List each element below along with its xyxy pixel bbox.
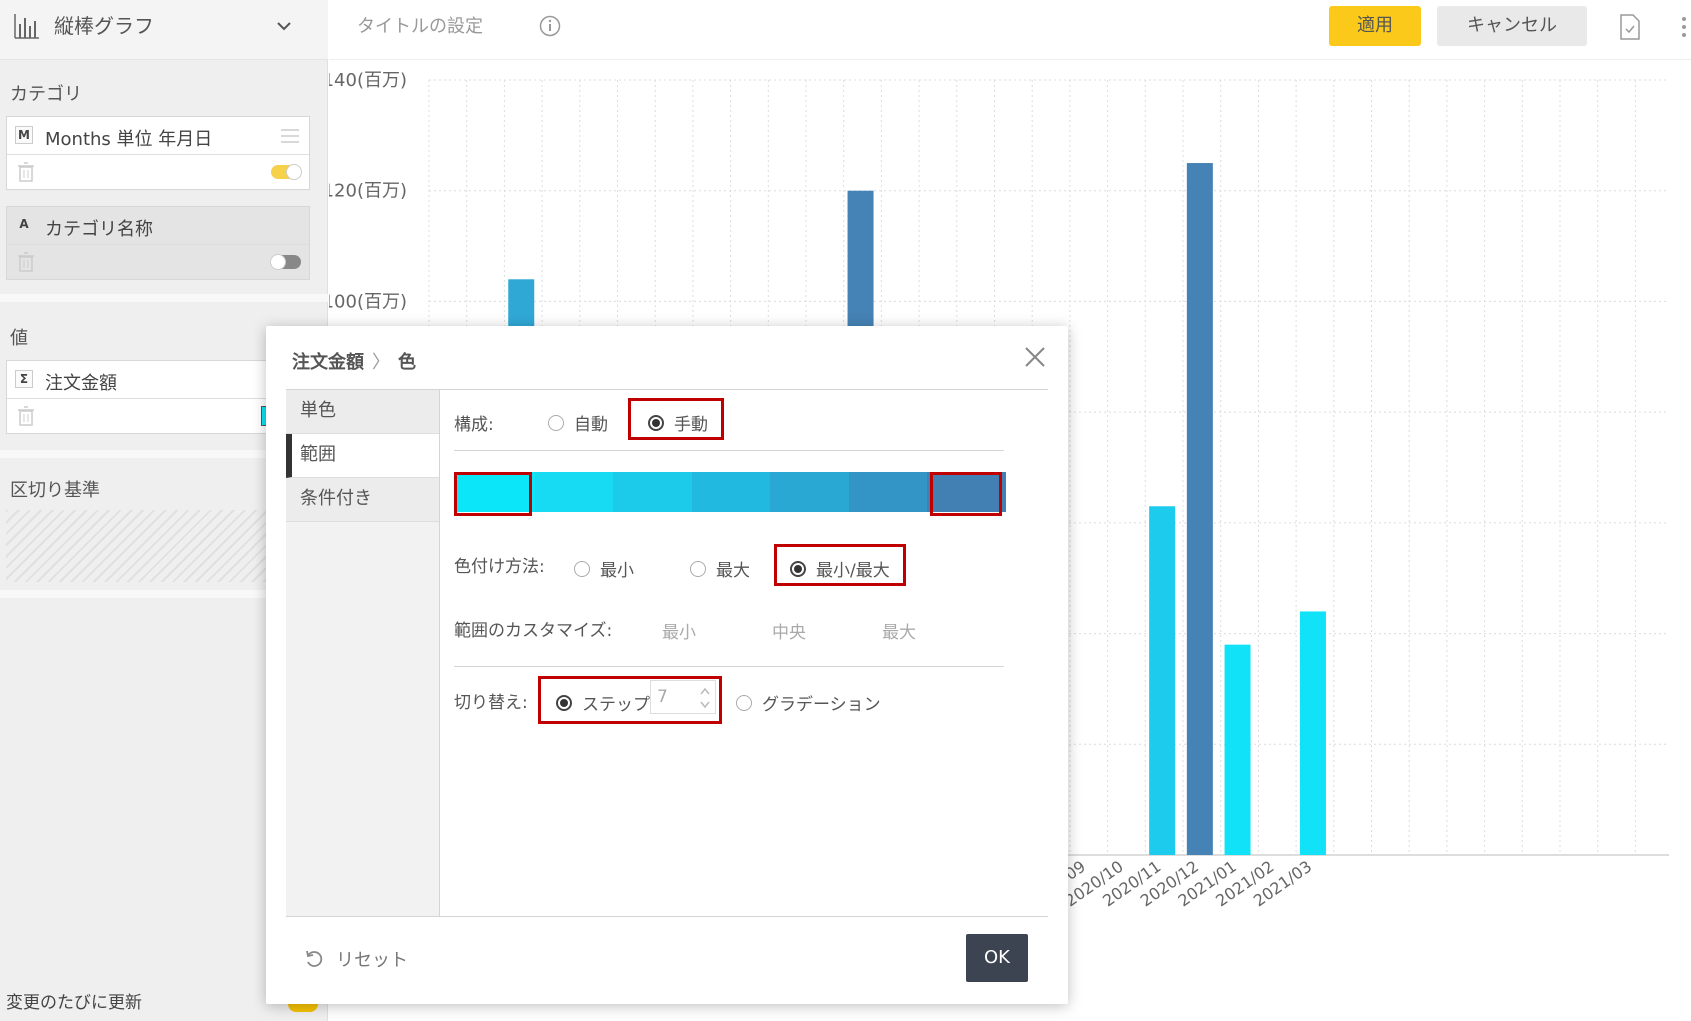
ok-button[interactable]: OK (966, 934, 1028, 982)
switch-gradient-radio[interactable]: グラデーション (736, 690, 881, 715)
value-field-order-amount[interactable]: Σ 注文金額 (6, 360, 310, 434)
color-palette-bar[interactable] (456, 472, 1007, 512)
highlight-box (930, 472, 1002, 516)
sum-icon: Σ (15, 370, 33, 388)
coloring-min-radio[interactable]: 最小 (574, 556, 634, 581)
breadcrumb-current: 色 (398, 352, 416, 373)
tab-single-color[interactable]: 単色 (286, 390, 439, 434)
range-max-field[interactable]: 最大 (882, 618, 916, 643)
split-drop-zone[interactable] (6, 510, 306, 582)
category-section-title: カテゴリ (10, 84, 82, 105)
category-field-months[interactable]: M Months 単位 年月日 (6, 116, 310, 190)
more-options-icon[interactable] (1681, 16, 1687, 38)
bar-2020/11[interactable] (1149, 506, 1176, 855)
category-field-name[interactable]: A カテゴリ名称 (6, 206, 310, 280)
coloring-max-radio[interactable]: 最大 (690, 556, 750, 581)
composition-auto-radio[interactable]: 自動 (548, 410, 608, 435)
tab-range[interactable]: 範囲 (286, 434, 439, 478)
tab-conditional[interactable]: 条件付き (286, 478, 439, 522)
color-settings-dialog: 注文金額〉色 単色 範囲 条件付き 構成: 自動 手動 色付け方法: 最小 最大… (266, 326, 1068, 1004)
y-tick-label: 120(百万) (329, 181, 407, 202)
palette-swatch-2[interactable] (534, 472, 614, 512)
category-toggle[interactable] (271, 164, 302, 180)
range-customize-label: 範囲のカスタマイズ: (454, 621, 613, 641)
bar-2020/12[interactable] (1186, 163, 1213, 855)
cancel-button[interactable]: キャンセル (1437, 6, 1587, 46)
bar-2021/03[interactable] (1299, 611, 1326, 855)
auto-update-label: 変更のたびに更新 (6, 993, 142, 1013)
palette-swatch-5[interactable] (770, 472, 849, 512)
palette-swatch-6[interactable] (848, 472, 928, 512)
highlight-box (538, 676, 722, 724)
breadcrumb-parent[interactable]: 注文金額 (292, 348, 364, 374)
y-tick-label: 140(百万) (329, 70, 407, 91)
range-settings-panel: 構成: 自動 手動 色付け方法: 最小 最大 最小/最大 範囲のカスタマイズ: … (440, 390, 1048, 917)
trash-icon[interactable] (17, 406, 35, 426)
chevron-down-icon[interactable] (276, 18, 292, 34)
chart-type-selector[interactable]: 縦棒グラフ (0, 0, 328, 60)
split-section-title: 区切り基準 (10, 480, 100, 501)
apply-button[interactable]: 適用 (1329, 6, 1421, 46)
y-tick-label: 100(百万) (329, 291, 407, 312)
switch-label: 切り替え: (454, 693, 528, 713)
composition-label: 構成: (454, 415, 494, 435)
bar-chart-icon (14, 14, 39, 39)
info-icon[interactable] (539, 15, 561, 37)
reset-label: リセット (336, 950, 408, 971)
reset-icon (306, 950, 323, 967)
field-label: Months 単位 年月日 (45, 129, 213, 150)
field-label: カテゴリ名称 (45, 219, 153, 240)
attribute-type-badge: A (19, 217, 29, 231)
close-icon[interactable] (1024, 346, 1046, 368)
chart-type-label: 縦棒グラフ (54, 14, 154, 38)
value-section-title: 値 (10, 328, 28, 349)
trash-icon[interactable] (17, 252, 35, 272)
field-label: 注文金額 (45, 373, 117, 394)
title-setting-input[interactable]: タイトルの設定 (357, 12, 483, 38)
highlight-box (454, 472, 532, 516)
y-axis-ticks: 140(百万) 120(百万) 100(百万) (329, 70, 407, 312)
top-bar: タイトルの設定 適用 キャンセル (329, 0, 1691, 60)
breadcrumb-separator-icon: 〉 (372, 352, 390, 373)
range-mid-field[interactable]: 中央 (772, 618, 806, 643)
measure-type-badge: M (15, 126, 33, 144)
color-mode-tabs: 単色 範囲 条件付き (286, 390, 440, 917)
drag-handle-icon[interactable] (281, 129, 299, 143)
breadcrumb: 注文金額〉色 (292, 348, 416, 374)
palette-swatch-3[interactable] (613, 472, 692, 512)
bar-2021/01[interactable] (1224, 644, 1251, 855)
highlight-box (774, 544, 906, 586)
trash-icon[interactable] (17, 162, 35, 182)
coloring-method-label: 色付け方法: (454, 557, 545, 577)
category-toggle[interactable] (270, 254, 301, 270)
reset-button[interactable]: リセット (304, 946, 408, 972)
export-file-icon[interactable] (1619, 14, 1641, 40)
highlight-box (628, 398, 724, 440)
range-min-field[interactable]: 最小 (662, 618, 696, 643)
palette-swatch-4[interactable] (691, 472, 771, 512)
